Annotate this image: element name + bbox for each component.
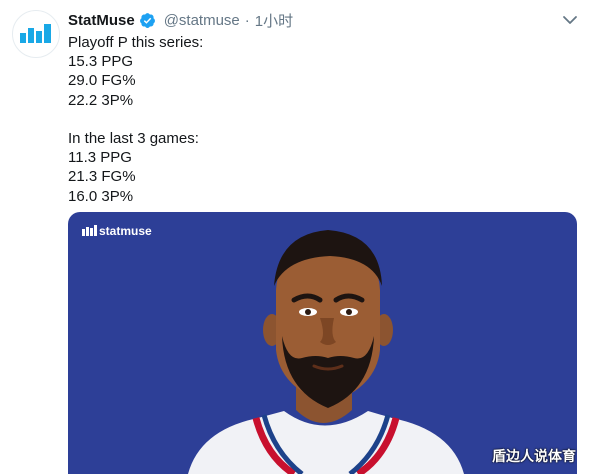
avatar[interactable] bbox=[12, 10, 60, 58]
tweet: StatMuse @statmuse · 1小时 Playoff P this … bbox=[0, 0, 590, 474]
statmuse-image-logo-text: statmuse bbox=[99, 224, 152, 238]
tweet-text-line: 16.0 3P% bbox=[68, 187, 134, 205]
tweet-text-line: Playoff P this series: bbox=[68, 34, 204, 51]
tweet-text-line: 22.2 3P% bbox=[68, 91, 134, 109]
statmuse-logo-icon bbox=[20, 24, 51, 43]
player-illustration: statmuse bbox=[82, 224, 464, 474]
statmuse-image-logo-icon: statmuse bbox=[82, 224, 152, 238]
handle[interactable]: @statmuse bbox=[164, 12, 240, 29]
verified-badge-icon bbox=[139, 12, 156, 29]
tweet-text-line: 11.3 PPG bbox=[68, 149, 132, 167]
timestamp[interactable]: 1小时 bbox=[255, 10, 293, 31]
tweet-header: StatMuse @statmuse · 1小时 bbox=[68, 9, 293, 31]
media-image[interactable]: statmuse bbox=[68, 212, 577, 474]
tweet-text-line: 21.3 FG% bbox=[68, 168, 136, 186]
tweet-text-line: In the last 3 games: bbox=[68, 129, 199, 147]
separator-dot: · bbox=[244, 11, 250, 29]
chevron-down-icon[interactable] bbox=[560, 12, 580, 28]
display-name[interactable]: StatMuse bbox=[68, 12, 135, 29]
tweet-text-line: 29.0 FG% bbox=[68, 72, 136, 90]
tweet-text-line: 15.3 PPG bbox=[68, 53, 134, 71]
tweet-text: Playoff P this series: 15.3 PPG 29.0 FG%… bbox=[68, 33, 568, 206]
watermark: 盾边人说体育 bbox=[492, 448, 576, 464]
